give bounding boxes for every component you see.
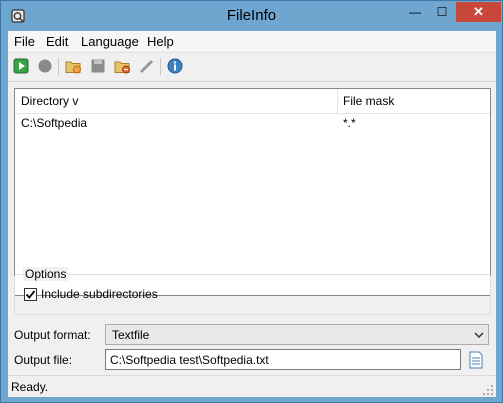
- status-bar: Ready.: [8, 375, 496, 398]
- toolbar-separator: [160, 58, 161, 75]
- browse-file-icon[interactable]: [467, 350, 485, 370]
- output-format-label: Output format:: [14, 328, 91, 342]
- client-area: File Edit Language Help Directory v File…: [8, 31, 496, 397]
- list-header: Directory v File mask: [15, 89, 490, 114]
- stop-icon[interactable]: [36, 57, 54, 75]
- output-format-select[interactable]: Textfile: [105, 324, 489, 345]
- title-bar[interactable]: FileInfo — ☐ ✕: [1, 1, 502, 31]
- menu-file[interactable]: File: [14, 34, 35, 49]
- include-subdirectories-checkbox[interactable]: [24, 288, 37, 301]
- output-file-label: Output file:: [14, 353, 73, 367]
- save-icon[interactable]: [89, 57, 107, 75]
- chevron-down-icon: [474, 332, 484, 339]
- cell-directory: C:\Softpedia: [21, 116, 88, 130]
- options-group: Options Include subdirectories: [14, 267, 491, 315]
- app-window: FileInfo — ☐ ✕ File Edit Language Help D…: [0, 0, 503, 403]
- minimize-button[interactable]: —: [401, 2, 429, 22]
- output-file-value: C:\Softpedia test\Softpedia.txt: [110, 353, 269, 367]
- maximize-button[interactable]: ☐: [429, 2, 455, 22]
- resize-grip-icon[interactable]: [482, 384, 494, 396]
- output-format-value: Textfile: [112, 328, 150, 342]
- menu-edit[interactable]: Edit: [46, 34, 68, 49]
- menu-help[interactable]: Help: [147, 34, 174, 49]
- column-header-directory[interactable]: Directory v: [21, 94, 78, 108]
- add-folder-icon[interactable]: [64, 57, 82, 75]
- toolbar-separator: [58, 58, 59, 75]
- options-legend: Options: [23, 267, 69, 281]
- toolbar: [8, 52, 496, 82]
- cell-file-mask: *.*: [343, 116, 356, 130]
- menu-bar: File Edit Language Help: [8, 31, 496, 51]
- close-button[interactable]: ✕: [456, 2, 501, 22]
- start-icon[interactable]: [12, 57, 30, 75]
- output-file-input[interactable]: C:\Softpedia test\Softpedia.txt: [105, 349, 461, 370]
- edit-icon[interactable]: [138, 57, 156, 75]
- include-subdirectories-label[interactable]: Include subdirectories: [41, 287, 158, 301]
- checkmark-icon: [25, 290, 36, 299]
- menu-language[interactable]: Language: [81, 34, 139, 49]
- column-divider[interactable]: [337, 89, 338, 113]
- directory-list[interactable]: Directory v File mask C:\Softpedia *.*: [14, 88, 491, 296]
- remove-folder-icon[interactable]: [113, 57, 131, 75]
- status-text: Ready.: [11, 380, 49, 394]
- column-header-file-mask[interactable]: File mask: [343, 94, 394, 108]
- about-icon[interactable]: [166, 57, 184, 75]
